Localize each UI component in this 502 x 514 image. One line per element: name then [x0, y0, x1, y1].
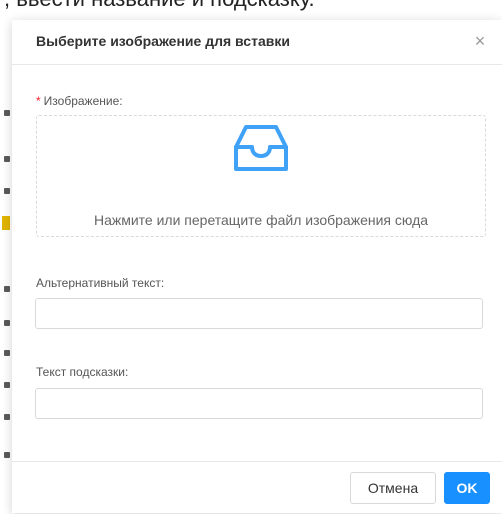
ok-button[interactable]: OK — [444, 472, 490, 504]
background-mark — [4, 286, 10, 292]
inbox-icon — [234, 125, 288, 171]
image-field-label: * Изображение: — [36, 94, 123, 108]
background-mark — [4, 188, 10, 194]
dialog-header: Выберите изображение для вставки × — [12, 20, 502, 65]
background-mark — [4, 414, 10, 420]
tooltip-text-input[interactable] — [35, 388, 483, 419]
background-mark — [4, 382, 10, 388]
background-mark — [4, 350, 10, 356]
background-heading-text: , ввести название и подсказку. — [4, 0, 484, 12]
alt-text-label: Альтернативный текст: — [36, 276, 165, 290]
background-mark — [4, 452, 10, 458]
dropzone-hint: Нажмите или перетащите файл изображения … — [93, 212, 429, 228]
background-mark — [4, 320, 10, 326]
tooltip-text-label: Текст подсказки: — [36, 365, 129, 379]
close-icon[interactable]: × — [468, 29, 492, 53]
required-mark: * — [36, 94, 41, 108]
insert-image-dialog: Выберите изображение для вставки × * Изоб… — [12, 20, 502, 513]
image-label-text: Изображение: — [43, 94, 123, 108]
background-highlight — [2, 216, 10, 230]
cancel-button[interactable]: Отмена — [350, 472, 436, 504]
dialog-footer: Отмена OK — [12, 461, 502, 514]
background-mark — [4, 110, 10, 116]
dialog-title: Выберите изображение для вставки — [36, 33, 290, 49]
alt-text-input[interactable] — [35, 298, 483, 329]
image-upload-dropzone[interactable]: Нажмите или перетащите файл изображения … — [36, 115, 486, 237]
background-mark — [4, 156, 10, 162]
